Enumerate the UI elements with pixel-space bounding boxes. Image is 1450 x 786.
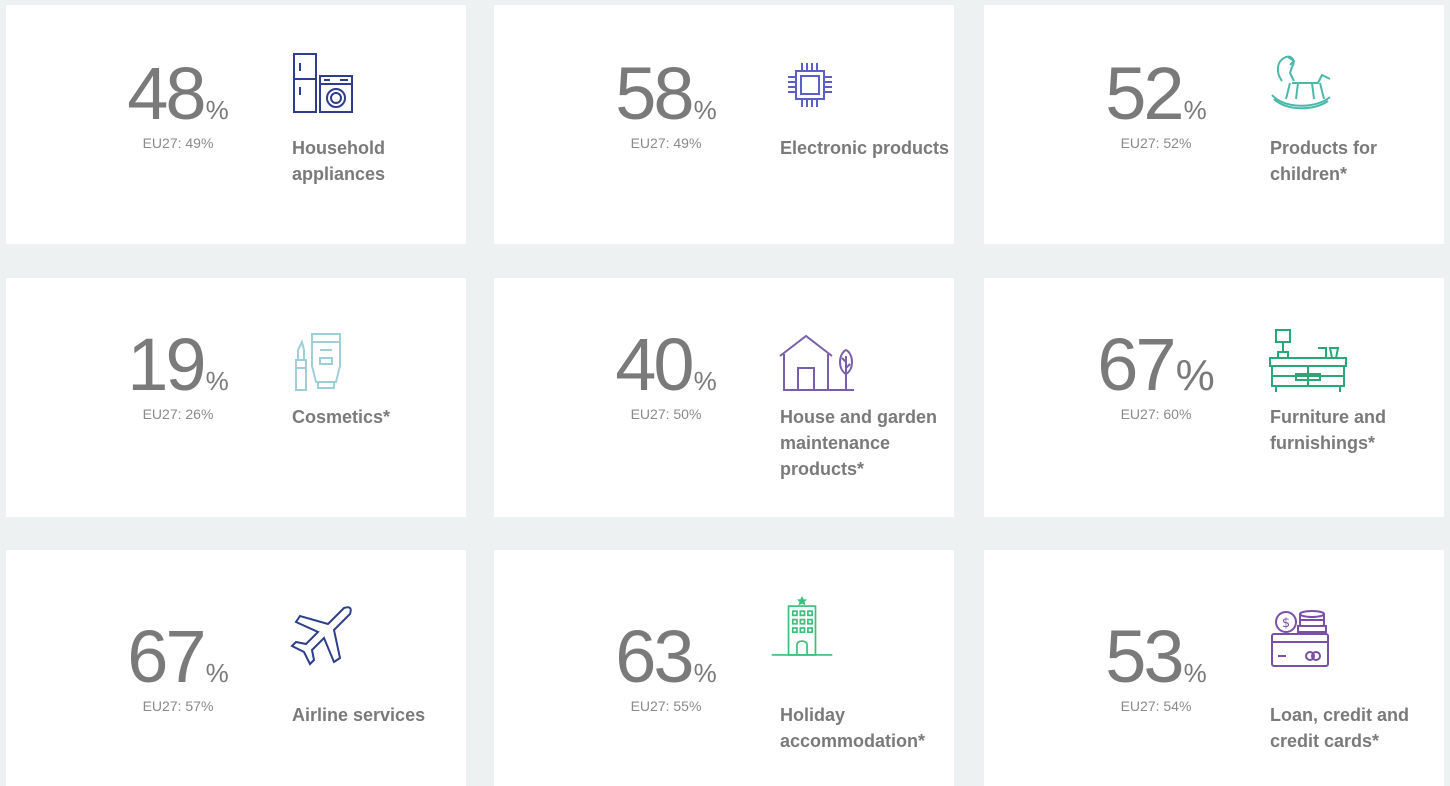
svg-text:$: $ xyxy=(1282,616,1290,631)
eu27-average: EU27: 26% xyxy=(142,406,214,422)
category-label: Household appliances xyxy=(292,138,386,184)
category-label: Holiday accommodation* xyxy=(780,705,926,751)
eu27-average: EU27: 55% xyxy=(630,698,702,714)
percentage-value: 19 xyxy=(127,323,206,406)
stat: 63% EU27: 55% xyxy=(606,620,726,715)
percent-sign: % xyxy=(205,95,229,125)
card-furniture: 67% EU27: 60% Furniture and furnishings* xyxy=(984,278,1444,517)
category-label: House and garden maintenance products* xyxy=(780,407,938,479)
percent-sign: % xyxy=(205,658,229,688)
percentage-value: 48 xyxy=(127,52,206,135)
percentage-value: 63 xyxy=(615,615,694,698)
category-label: Cosmetics* xyxy=(292,407,391,427)
percent-sign: % xyxy=(1183,658,1207,688)
card-household-appliances: 48% EU27: 49% Household appliances xyxy=(6,5,466,244)
house-garden-icon xyxy=(778,330,854,394)
card-products-for-children: 52% EU27: 52% Products for children* xyxy=(984,5,1444,244)
percent-sign: % xyxy=(1175,351,1215,400)
furniture-icon xyxy=(1268,329,1347,394)
hotel-icon xyxy=(764,596,840,660)
eu27-average: EU27: 54% xyxy=(1120,698,1192,714)
eu27-average: EU27: 57% xyxy=(142,698,214,714)
stat: 53% EU27: 54% xyxy=(1096,620,1216,715)
household-appliances-icon xyxy=(290,51,354,115)
card-cosmetics: 19% EU27: 26% Cosmetics* xyxy=(6,278,466,517)
category-label: Electronic products xyxy=(780,138,950,158)
category-label: Loan, credit and credit cards* xyxy=(1270,705,1410,751)
percentage-value: 67 xyxy=(127,615,206,698)
credit-card-coins-icon: $ xyxy=(1268,610,1332,674)
card-house-and-garden: 40% EU27: 50% House and garden maintenan… xyxy=(494,278,954,517)
stat: 52% EU27: 52% xyxy=(1096,57,1216,152)
card-holiday-accommodation: 63% EU27: 55% Holiday accommodation* xyxy=(494,550,954,786)
eu27-average: EU27: 49% xyxy=(142,135,214,151)
percent-sign: % xyxy=(1183,95,1207,125)
percentage-value: 53 xyxy=(1105,615,1184,698)
airplane-icon xyxy=(290,604,354,668)
stat: 19% EU27: 26% xyxy=(118,328,238,423)
percent-sign: % xyxy=(205,366,229,396)
rocking-horse-icon xyxy=(1268,51,1332,115)
eu27-average: EU27: 60% xyxy=(1120,406,1192,422)
percent-sign: % xyxy=(693,658,717,688)
category-label: Airline services xyxy=(292,705,426,725)
microchip-icon xyxy=(778,51,842,115)
percentage-value: 52 xyxy=(1105,52,1184,135)
percent-sign: % xyxy=(693,366,717,396)
category-label: Products for children* xyxy=(1270,138,1378,184)
stat: 58% EU27: 49% xyxy=(606,57,726,152)
card-airline-services: 67% EU27: 57% Airline services xyxy=(6,550,466,786)
stat: 67% EU27: 60% xyxy=(1096,328,1216,423)
stat: 40% EU27: 50% xyxy=(606,328,726,423)
eu27-average: EU27: 50% xyxy=(630,406,702,422)
category-grid: 48% EU27: 49% Household appliances 58% E… xyxy=(0,0,1450,786)
eu27-average: EU27: 52% xyxy=(1120,135,1192,151)
stat: 67% EU27: 57% xyxy=(118,620,238,715)
card-loan-credit: 53% EU27: 54% $ Loan, credit and credit … xyxy=(984,550,1444,786)
cosmetics-icon xyxy=(290,330,354,394)
percentage-value: 67 xyxy=(1097,323,1176,406)
category-label: Furniture and furnishings* xyxy=(1270,407,1386,453)
percent-sign: % xyxy=(693,95,717,125)
percentage-value: 58 xyxy=(615,52,694,135)
stat: 48% EU27: 49% xyxy=(118,57,238,152)
card-electronic-products: 58% EU27: 49% Electronic products xyxy=(494,5,954,244)
eu27-average: EU27: 49% xyxy=(630,135,702,151)
percentage-value: 40 xyxy=(615,323,694,406)
